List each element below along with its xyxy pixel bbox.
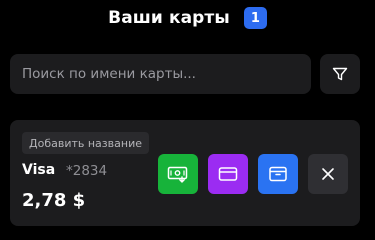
top-up-icon (167, 165, 189, 183)
credit-card-icon (218, 166, 238, 182)
filter-button[interactable] (320, 54, 360, 94)
cards-page: Ваши карты 1 Добавить название Visa *283… (0, 0, 375, 238)
page-header: Ваши карты 1 (0, 7, 375, 29)
filter-icon (332, 66, 348, 82)
cards-count-badge: 1 (243, 7, 267, 29)
card-brand: Visa (22, 162, 56, 178)
top-up-button[interactable] (158, 154, 198, 194)
page-title: Ваши карты (108, 8, 230, 28)
remove-card-button[interactable] (308, 154, 348, 194)
wallet-icon (268, 165, 288, 183)
card-search-input[interactable] (10, 54, 311, 94)
wallet-button[interactable] (258, 154, 298, 194)
card-details-button[interactable] (208, 154, 248, 194)
close-icon (321, 167, 335, 181)
add-name-button[interactable]: Добавить название (22, 132, 149, 154)
card-item: Добавить название Visa *2834 2,78 $ (10, 120, 360, 226)
card-number: *2834 (66, 163, 108, 179)
card-balance: 2,78 $ (22, 190, 86, 211)
